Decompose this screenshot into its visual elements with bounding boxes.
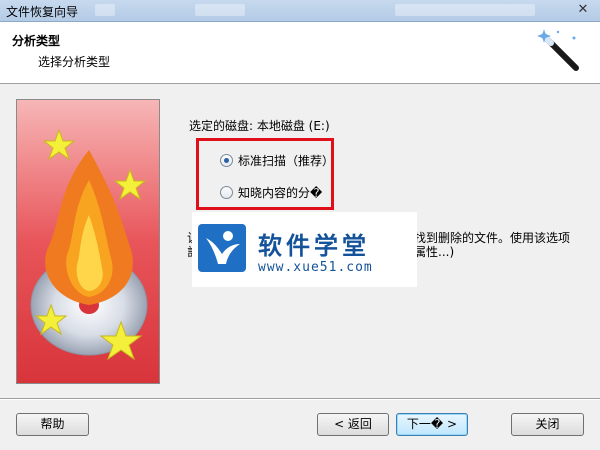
burning-disc-icon bbox=[17, 100, 159, 383]
radio-content-aware[interactable] bbox=[220, 185, 233, 199]
window-close-button[interactable]: ✕ bbox=[574, 2, 592, 18]
page-subtitle: 选择分析类型 bbox=[38, 55, 111, 69]
close-button[interactable]: 关闭 bbox=[511, 413, 584, 436]
magic-wand-icon bbox=[537, 29, 579, 71]
option-content-aware-label: 知晓内容的分� bbox=[238, 185, 323, 200]
background-window-ghost bbox=[95, 4, 115, 16]
selected-disk-label: 选定的磁盘: 本地磁盘 (E:) bbox=[189, 119, 330, 133]
watermark: 软件学堂 www.xue51.com bbox=[192, 212, 417, 287]
option-standard-scan-label: 标准扫描（推荐） bbox=[238, 153, 335, 168]
watermark-title: 软件学堂 bbox=[258, 232, 370, 260]
help-button[interactable]: 帮助 bbox=[16, 413, 89, 436]
next-button[interactable]: 下一� > bbox=[396, 413, 468, 436]
wizard-side-illustration bbox=[16, 99, 160, 384]
watermark-logo-icon bbox=[198, 224, 246, 272]
title-bar: 文件恢复向导 ✕ bbox=[0, 0, 600, 22]
window-title: 文件恢复向导 bbox=[6, 5, 79, 19]
radio-standard-scan[interactable] bbox=[220, 153, 233, 167]
option-standard-scan[interactable]: 标准扫描（推荐） bbox=[220, 152, 334, 168]
page-title: 分析类型 bbox=[12, 34, 61, 48]
background-window-ghost bbox=[395, 4, 535, 16]
wizard-header: 分析类型 选择分析类型 bbox=[0, 22, 600, 84]
watermark-url: www.xue51.com bbox=[258, 260, 373, 275]
option-content-aware[interactable]: 知晓内容的分� bbox=[220, 184, 322, 200]
background-window-ghost bbox=[195, 4, 245, 16]
description-line2-right: 属性...) bbox=[414, 245, 455, 259]
back-button[interactable]: < 返回 bbox=[317, 413, 389, 436]
footer-divider bbox=[0, 398, 600, 400]
